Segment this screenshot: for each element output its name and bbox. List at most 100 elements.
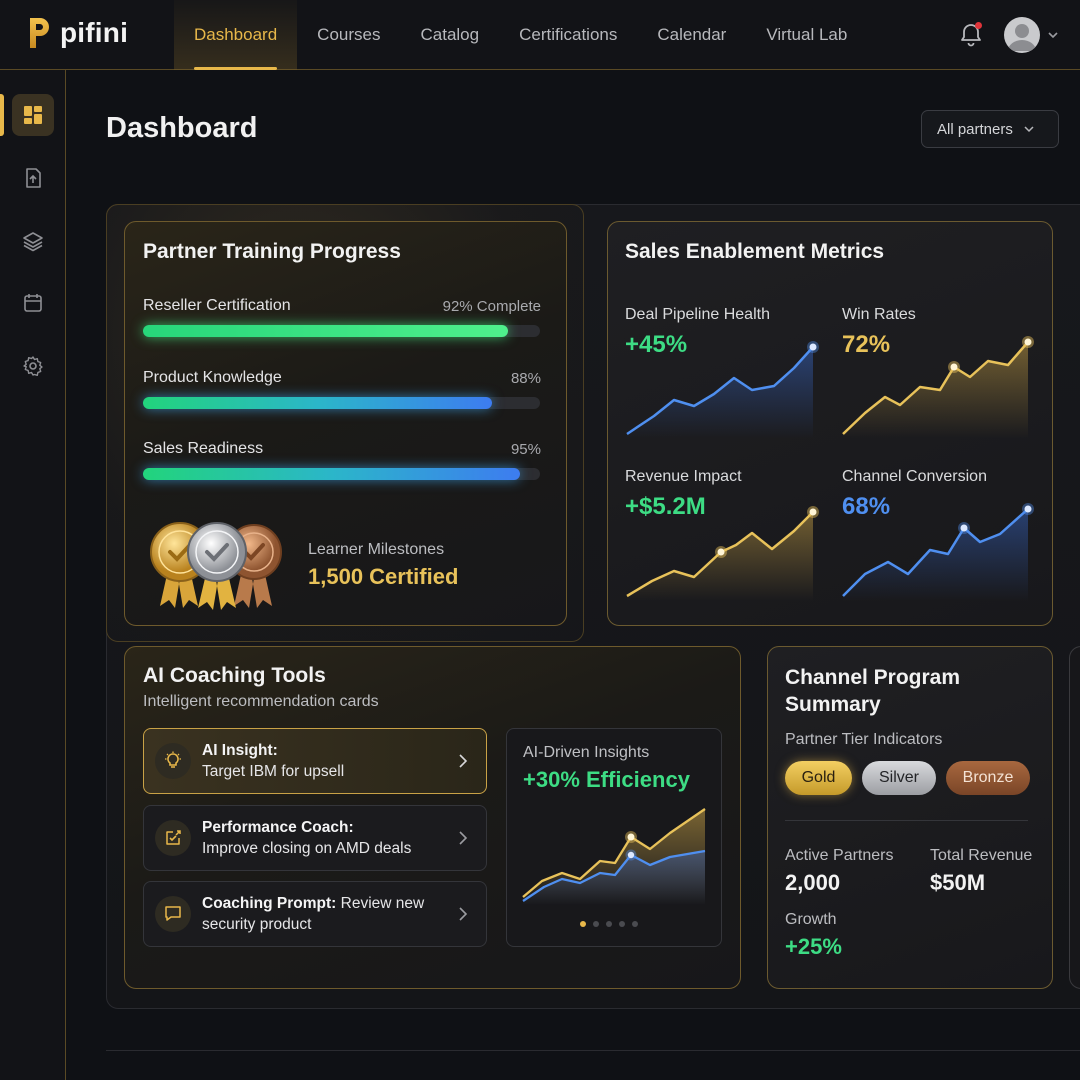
user-silhouette-icon [1008,24,1036,51]
active-partners-value: 2,000 [785,870,841,895]
tier-silver-badge[interactable]: Silver [862,761,936,795]
progress-label-product: Product Knowledge [143,369,282,386]
partners-filter-dropdown[interactable]: All partners [921,110,1059,148]
total-revenue-label: Total Revenue [930,847,1033,864]
main-nav: Dashboard Courses Catalog Certifications… [174,0,867,70]
lightbulb-icon [155,743,191,779]
nav-catalog[interactable]: Catalog [400,0,499,70]
notification-dot [975,22,982,29]
total-revenue-value: $50M [930,870,986,895]
active-partners-label: Active Partners [785,847,894,864]
logo[interactable]: pifini [26,14,128,52]
coaching-title: Performance Coach: [202,819,354,836]
progress-bar-sales [143,468,540,480]
milestones-label: Learner Milestones [308,541,445,558]
sales-metrics-title: Sales Enablement Metrics [625,240,885,263]
sidebar-item-layers[interactable] [12,220,54,262]
ai-coaching-subtitle: Intelligent recommendation cards [143,693,379,710]
win-rates-sparkline [842,336,1034,438]
progress-label-reseller: Reseller Certification [143,297,291,314]
coaching-card-coaching-prompt[interactable]: Coaching Prompt: Review new security pro… [143,881,487,947]
training-progress-title: Partner Training Progress [143,240,401,263]
chat-icon [155,896,191,932]
carousel-dot[interactable] [619,921,625,927]
ai-coaching-title: AI Coaching Tools [143,664,326,687]
chevron-right-icon [459,907,468,921]
carousel-dot[interactable] [632,921,638,927]
check-badge-icon [155,820,191,856]
ai-insights-chart [522,808,706,905]
milestones-value: 1,500 Certified [308,564,459,589]
page-title: Dashboard [106,112,258,144]
progress-label-sales: Sales Readiness [143,440,264,457]
next-card-edge [1069,646,1080,989]
document-upload-icon [26,168,41,188]
ai-insights-value: +30% Efficiency [523,767,690,792]
coaching-title: Coaching Prompt: [202,895,337,912]
layers-icon [23,232,43,252]
coaching-detail: Improve closing on AMD deals [202,840,412,857]
metric-label-win-rates: Win Rates [842,306,916,323]
carousel-dot[interactable] [606,921,612,927]
calendar-icon [24,294,42,312]
coaching-text: AI Insight: Target IBM for upsell [202,740,442,782]
metric-label-conversion: Channel Conversion [842,468,987,485]
coaching-title: AI Insight: [202,742,278,759]
coaching-text: Coaching Prompt: Review new security pro… [202,893,442,935]
sidebar [0,70,66,1080]
channel-program-title-line2: Summary [785,693,881,716]
tier-bronze-badge[interactable]: Bronze [946,761,1030,795]
chevron-down-icon[interactable] [1046,28,1060,42]
nav-courses[interactable]: Courses [297,0,400,70]
tier-gold-badge[interactable]: Gold [785,761,852,795]
carousel-dot-active[interactable] [580,921,586,927]
progress-bar-product [143,397,540,409]
tier-indicators-label: Partner Tier Indicators [785,731,943,748]
ai-insights-label: AI-Driven Insights [523,744,650,761]
avatar[interactable] [1004,17,1040,53]
conversion-sparkline [842,503,1034,601]
nav-certifications[interactable]: Certifications [499,0,637,70]
chevron-down-icon [1024,126,1034,133]
metric-label-pipeline: Deal Pipeline Health [625,306,770,323]
pipeline-sparkline [626,341,819,438]
growth-value: +25% [785,934,842,959]
sidebar-item-settings[interactable] [12,345,54,387]
sidebar-item-documents[interactable] [12,157,54,199]
chevron-right-icon [459,754,468,768]
progress-fill-reseller [143,325,509,337]
dashboard-grid-icon [24,106,42,124]
coaching-detail: Target IBM for upsell [202,763,345,780]
channel-program-title-line1: Channel Program [785,666,961,689]
progress-bar-reseller [143,325,540,337]
progress-value-sales: 95% [510,441,541,458]
progress-fill-product [143,397,493,409]
sidebar-item-calendar[interactable] [12,282,54,324]
progress-fill-sales [143,468,521,480]
chevron-right-icon [459,831,468,845]
top-bar: pifini Dashboard Courses Catalog Certifi… [0,0,1080,70]
progress-value-reseller: 92% Complete [442,298,541,315]
nav-dashboard[interactable]: Dashboard [174,0,298,70]
gear-icon [23,356,43,376]
sidebar-item-dashboard[interactable] [12,94,54,136]
logo-mark-icon [30,18,49,48]
revenue-sparkline [626,506,819,601]
brand-name: pifini [60,17,129,48]
footer-divider [106,1050,1080,1051]
channel-program-title: Channel Program Summary [785,664,960,718]
metric-label-revenue: Revenue Impact [625,468,742,485]
coaching-text: Performance Coach: Improve closing on AMD… [202,817,442,859]
carousel-dot[interactable] [593,921,599,927]
divider [785,820,1028,821]
growth-label: Growth [785,911,837,928]
sidebar-active-indicator [0,94,4,136]
progress-value-product: 88% [510,370,541,387]
nav-calendar[interactable]: Calendar [637,0,746,70]
carousel-dots [580,921,638,927]
medals-icon [150,522,282,610]
coaching-card-performance-coach[interactable]: Performance Coach: Improve closing on AMD… [143,805,487,871]
nav-virtual-lab[interactable]: Virtual Lab [746,0,867,70]
coaching-card-ai-insight[interactable]: AI Insight: Target IBM for upsell [143,728,487,794]
partners-filter-label: All partners [937,120,1013,138]
